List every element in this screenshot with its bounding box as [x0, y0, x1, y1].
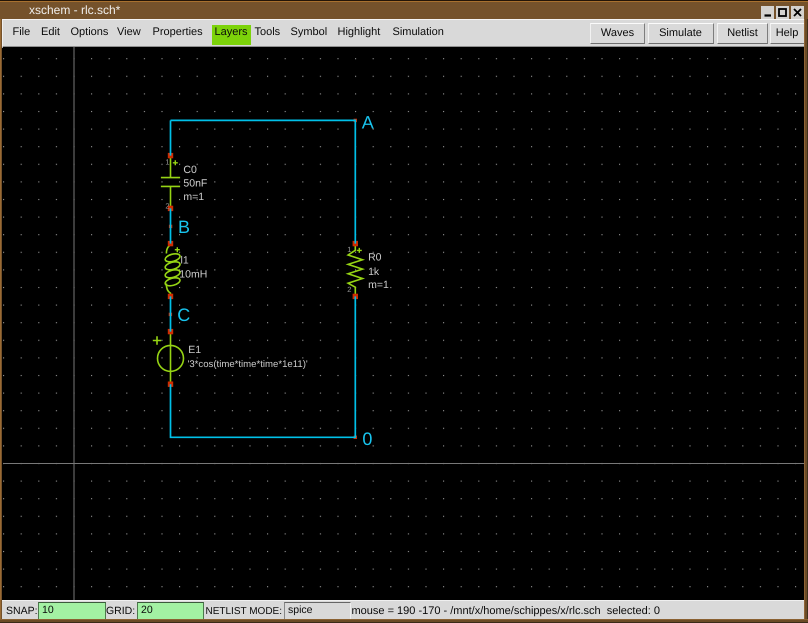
svg-text:m=1: m=1	[183, 191, 204, 203]
svg-text:2: 2	[165, 201, 169, 210]
svg-text:m=1: m=1	[368, 279, 389, 291]
svg-text:1: 1	[347, 245, 351, 254]
svg-text:1k: 1k	[368, 266, 380, 278]
svg-text:2: 2	[347, 285, 351, 294]
svg-text:C: C	[177, 305, 190, 325]
svg-text:50nF: 50nF	[183, 177, 207, 189]
svg-text:E1: E1	[188, 344, 201, 356]
svg-text:l1: l1	[181, 254, 189, 266]
svg-text:1: 1	[165, 158, 169, 167]
svg-text:C0: C0	[183, 164, 197, 176]
svg-text:'3*cos(time*time*time*1e11)': '3*cos(time*time*time*1e11)'	[188, 359, 308, 370]
svg-text:R0: R0	[368, 252, 382, 264]
svg-text:10mH: 10mH	[179, 269, 207, 281]
svg-text:B: B	[178, 217, 190, 237]
svg-text:0: 0	[362, 429, 372, 449]
svg-text:A: A	[362, 113, 374, 133]
